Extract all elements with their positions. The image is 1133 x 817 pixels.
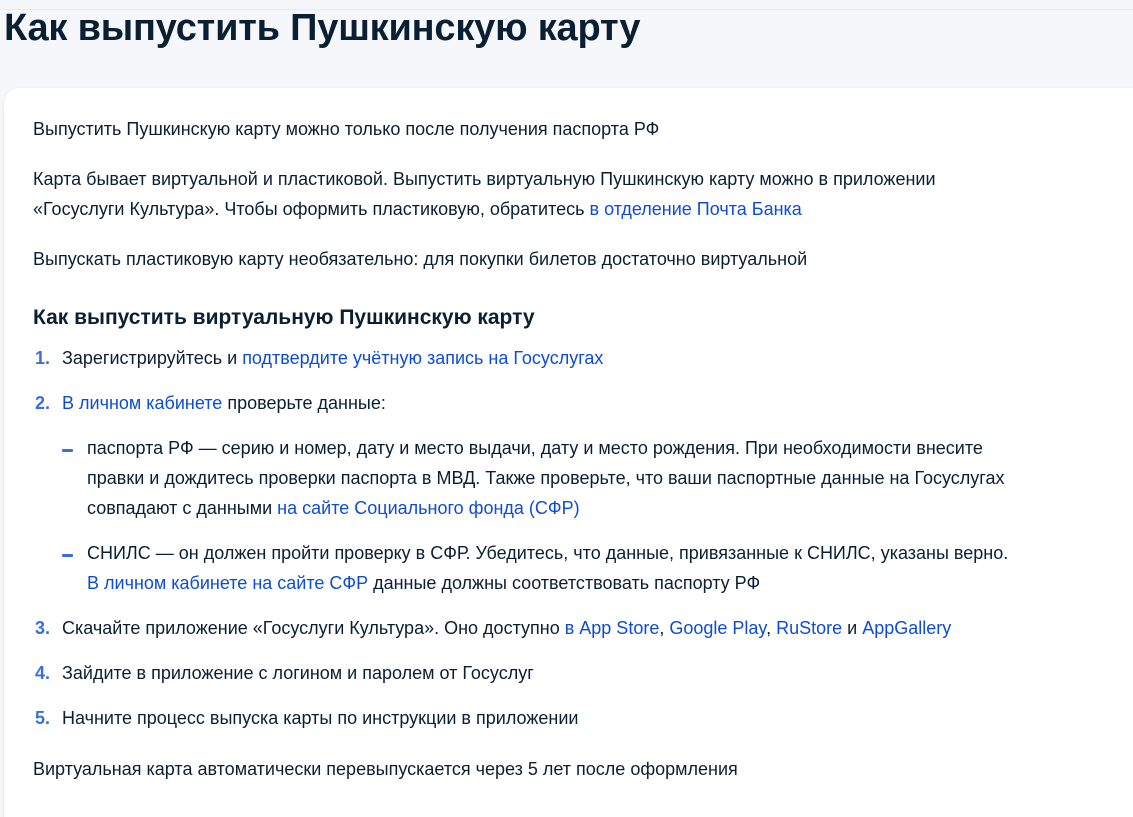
appgallery-link[interactable]: AppGallery	[862, 618, 951, 638]
page: Как выпустить Пушкинскую карту Выпустить…	[0, 0, 1133, 817]
app-store-link[interactable]: в App Store	[565, 618, 660, 638]
step-3: Скачайте приложение «Госуслуги Культура»…	[62, 613, 951, 643]
subitem-1-line-3: совпадают с данными на сайте Социального…	[87, 493, 580, 523]
step-1: Зарегистрируйтесь и подтвердите учётную …	[62, 343, 603, 373]
intro-paragraph-2-line-1: Карта бывает виртуальной и пластиковой. …	[33, 169, 936, 189]
step-2-number: 2.	[35, 393, 51, 413]
footer-note: Виртуальная карта автоматически перевыпу…	[33, 759, 738, 779]
subitem-2-line-2: В личном кабинете на сайте СФР данные до…	[87, 568, 760, 598]
step-1-text: Зарегистрируйтесь и	[62, 348, 243, 368]
post-bank-office-link[interactable]: в отделение Почта Банка	[590, 199, 802, 219]
step-3-text: Скачайте приложение «Госуслуги Культура»…	[62, 618, 565, 638]
personal-account-link[interactable]: В личном кабинете	[62, 393, 222, 413]
intro-paragraph-3: Выпускать пластиковую карту необязательн…	[33, 249, 808, 269]
intro-paragraph-1: Выпустить Пушкинскую карту можно только …	[33, 119, 660, 139]
subitem-2-line-2-text: данные должны соответствовать паспорту Р…	[368, 573, 761, 593]
subitem-1-line-1: паспорта РФ — серию и номер, дату и мест…	[87, 438, 983, 458]
social-fund-site-link[interactable]: на сайте Социального фонда (СФР)	[277, 498, 579, 518]
step-1-number: 1.	[35, 348, 51, 368]
subitem-2-line-1: СНИЛС — он должен пройти проверку в СФР.…	[87, 543, 1009, 563]
subitem-1-dash-marker	[62, 449, 73, 452]
intro-paragraph-2-line-2: «Госуслуги Культура». Чтобы оформить пла…	[33, 194, 802, 224]
step-2-text: проверьте данные:	[222, 393, 386, 413]
subitem-1-line-2: правки и дождитесь проверки паспорта в М…	[87, 468, 1005, 488]
sfr-personal-account-link[interactable]: В личном кабинете на сайте СФР	[87, 573, 368, 593]
confirm-account-link[interactable]: подтвердите учётную запись на Госуслугах	[242, 348, 603, 368]
rustore-link[interactable]: RuStore	[776, 618, 842, 638]
step-4-number: 4.	[35, 663, 51, 683]
section-heading: Как выпустить виртуальную Пушкинскую кар…	[33, 306, 535, 329]
step-4-text: Зайдите в приложение с логином и паролем…	[62, 663, 534, 683]
subitem-2-dash-marker	[62, 554, 73, 557]
intro-paragraph-2-text: «Госуслуги Культура». Чтобы оформить пла…	[33, 199, 590, 219]
page-title: Как выпустить Пушкинскую карту	[4, 7, 641, 49]
step-5-number: 5.	[35, 708, 51, 728]
step-3-separator-2: ,	[766, 618, 777, 638]
step-3-number: 3.	[35, 618, 51, 638]
subitem-1-line-3-text: совпадают с данными	[87, 498, 278, 518]
step-2: В личном кабинете проверьте данные:	[62, 388, 386, 418]
step-3-separator-3: и	[842, 618, 863, 638]
google-play-link[interactable]: Google Play	[669, 618, 766, 638]
step-3-separator-1: ,	[659, 618, 670, 638]
step-5-text: Начните процесс выпуска карты по инструк…	[62, 708, 579, 728]
